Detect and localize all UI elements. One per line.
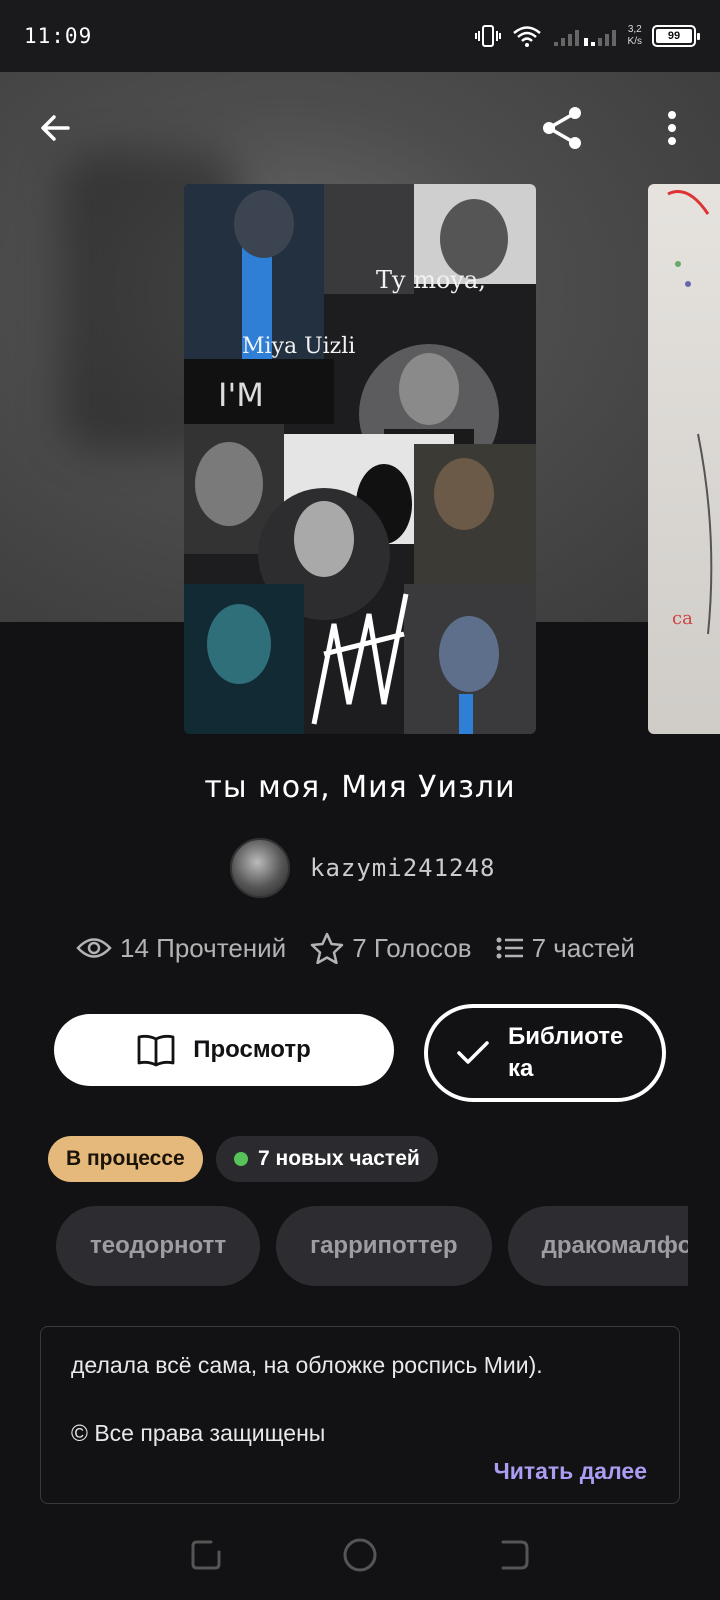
status-icons: 3,2 K/s 99 (474, 24, 700, 48)
share-icon (543, 107, 581, 149)
parts-stat: 7 частей (496, 933, 635, 964)
reads-count: 14 Прочтений (120, 932, 287, 963)
read-more-link[interactable]: Читать далее (494, 1458, 647, 1485)
author-avatar[interactable] (230, 838, 290, 898)
speed-unit: K/s (627, 36, 642, 47)
read-button-label: Просмотр (193, 1036, 311, 1063)
library-label-line1: Библиоте (508, 1023, 624, 1050)
tag-chip[interactable]: гаррипоттер (276, 1206, 492, 1286)
speed-value: 3,2 (627, 24, 642, 35)
library-button[interactable]: Библиоте ка (424, 1004, 666, 1102)
new-parts-label: 7 новых частей (258, 1147, 420, 1170)
status-time: 11:09 (24, 24, 93, 48)
story-title: ты моя, Мия Уизли (204, 770, 516, 805)
check-icon (457, 1041, 489, 1064)
share-button[interactable] (534, 100, 590, 156)
description-line: делала всё сама, на обложке роспись Мии)… (71, 1352, 543, 1378)
signal-icon (553, 30, 616, 46)
story-stats: 14 Прочтений 7 Голосов 7 частей (76, 932, 659, 964)
read-button[interactable]: Просмотр (54, 1014, 394, 1086)
home-icon[interactable] (342, 1537, 378, 1573)
vibrate-icon (474, 25, 501, 47)
status-bar: 11:09 3,2 K/s 99 (0, 0, 720, 72)
new-parts-dot (234, 1152, 248, 1166)
library-label-line2: ка (508, 1055, 534, 1082)
next-cover-image: ca (667, 190, 713, 635)
reads-stat: 14 Прочтений (76, 933, 286, 964)
votes-stat: 7 Голосов (310, 932, 472, 964)
list-icon (496, 937, 523, 959)
status-badge: В процессе (48, 1136, 203, 1182)
new-parts-badge: 7 новых частей (216, 1136, 438, 1182)
story-cover[interactable]: Ty moya, Miya Uizli I'M (184, 184, 536, 734)
description-box: делала всё сама, на обложке роспись Мии)… (40, 1326, 680, 1504)
library-button-label: Библиоте ка (508, 1021, 623, 1085)
eye-icon (76, 938, 112, 958)
battery-indicator: 99 (652, 25, 700, 47)
next-story-cover[interactable]: ca (648, 184, 720, 734)
wifi-icon (512, 26, 541, 47)
svg-text:ca: ca (672, 608, 693, 629)
description-copyright: © Все права защищены (71, 1420, 326, 1446)
cover-text-miya-uizli: Miya Uizli (242, 334, 356, 359)
system-nav-bar (0, 1510, 720, 1600)
author-name[interactable]: kazymi241248 (310, 854, 495, 882)
cover-text-ty-moya: Ty moya, (376, 266, 486, 294)
back-button[interactable] (28, 100, 84, 156)
parts-count: 7 частей (531, 932, 635, 963)
cover-text-im: I'M (218, 376, 264, 414)
tag-chip[interactable]: теодорнотт (56, 1206, 261, 1286)
more-vertical-icon (668, 111, 676, 145)
author-row[interactable]: kazymi241248 (230, 838, 495, 898)
network-speed: 3,2 K/s (628, 24, 642, 48)
tags-row: теодорнотт гаррипоттер дракомалфой (56, 1206, 688, 1286)
battery-level: 99 (667, 30, 681, 42)
star-icon (310, 932, 344, 964)
book-icon (137, 1034, 175, 1067)
back-nav-icon[interactable] (497, 1538, 531, 1572)
tag-chip[interactable]: дракомалфой (507, 1206, 688, 1286)
more-options-button[interactable] (644, 100, 700, 156)
votes-count: 7 Голосов (352, 932, 472, 963)
recent-apps-icon[interactable] (189, 1538, 223, 1572)
back-arrow-icon (41, 115, 70, 141)
